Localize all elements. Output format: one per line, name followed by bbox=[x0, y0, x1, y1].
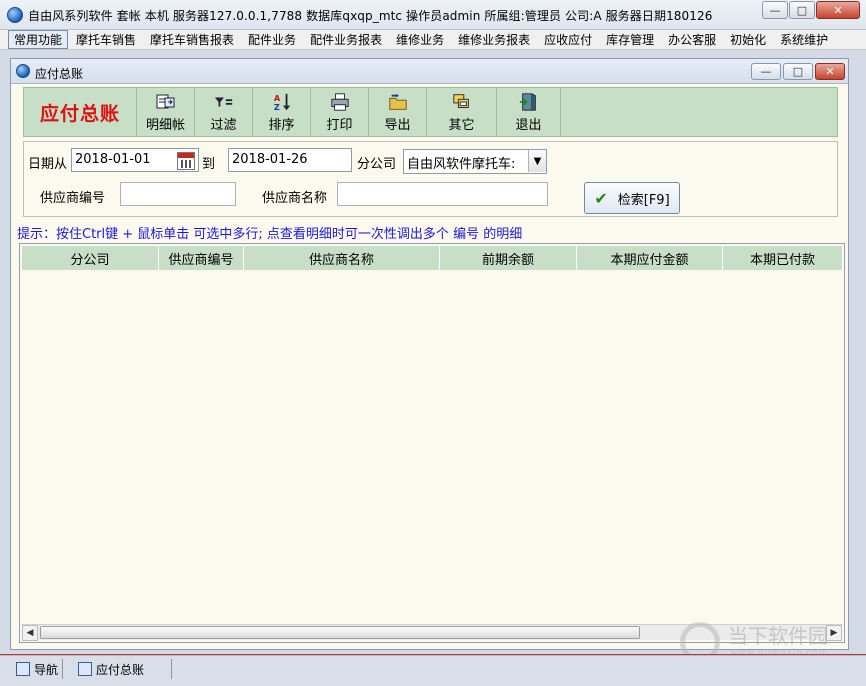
menu-office-service[interactable]: 办公客服 bbox=[662, 30, 722, 49]
window-list-icon bbox=[78, 662, 92, 676]
branch-label: 分公司 bbox=[357, 157, 397, 172]
child-window-titlebar: 应付总账 — □ ✕ bbox=[11, 59, 848, 84]
menu-parts-business[interactable]: 配件业务 bbox=[242, 30, 302, 49]
filter-panel: 日期从 2018-01-01 到 2018-01-26 分公司 自由风软件摩托车… bbox=[23, 141, 838, 217]
grid-header: 分公司 供应商编号 供应商名称 前期余额 本期应付金额 本期已付款 bbox=[22, 246, 843, 270]
window-controls: — □ ✕ bbox=[761, 1, 860, 19]
child-minimize-button[interactable]: — bbox=[751, 63, 781, 80]
nav-tab[interactable]: 导航 bbox=[12, 659, 64, 679]
window-tab-payable-ledger[interactable]: 应付总账 bbox=[74, 659, 172, 679]
other-button[interactable]: 其它 bbox=[427, 88, 497, 136]
watermark-text: 当下软件园 bbox=[728, 624, 828, 648]
menu-receivable-payable[interactable]: 应收应付 bbox=[538, 30, 598, 49]
search-button-label: 检索[F9] bbox=[617, 192, 670, 208]
column-header-prior-balance[interactable]: 前期余额 bbox=[440, 246, 577, 270]
supplier-code-input[interactable] bbox=[120, 182, 236, 206]
filter-button-label: 过滤 bbox=[210, 117, 237, 133]
print-button[interactable]: 打印 bbox=[311, 88, 369, 136]
toolbar-title: 应付总账 bbox=[24, 88, 137, 136]
status-bar: 导航 应付总账 bbox=[0, 655, 866, 686]
sort-button[interactable]: AZ 排序 bbox=[253, 88, 311, 136]
branch-select[interactable]: 自由风软件摩托车: bbox=[403, 149, 547, 174]
app-logo-icon bbox=[7, 7, 23, 23]
detail-button[interactable]: 明细帐 bbox=[137, 88, 195, 136]
scroll-left-icon[interactable]: ◀ bbox=[22, 625, 38, 641]
column-header-supplier-code[interactable]: 供应商编号 bbox=[159, 246, 244, 270]
export-button[interactable]: 导出 bbox=[369, 88, 427, 136]
child-window-icon bbox=[16, 64, 30, 78]
child-maximize-button[interactable]: □ bbox=[783, 63, 813, 80]
date-to-input[interactable]: 2018-01-26 bbox=[228, 148, 352, 172]
date-from-label: 日期从 bbox=[28, 157, 68, 172]
branch-select-value: 自由风软件摩托车: bbox=[407, 157, 516, 172]
date-to-label: 到 bbox=[202, 157, 216, 172]
print-button-label: 打印 bbox=[326, 117, 353, 133]
menu-initialize[interactable]: 初始化 bbox=[724, 30, 772, 49]
detail-button-label: 明细帐 bbox=[145, 117, 185, 133]
column-header-branch[interactable]: 分公司 bbox=[22, 246, 159, 270]
detail-ledger-icon bbox=[156, 92, 176, 112]
nav-tab-label: 导航 bbox=[34, 662, 59, 677]
column-header-current-payable[interactable]: 本期应付金额 bbox=[577, 246, 723, 270]
scrollbar-thumb[interactable] bbox=[40, 626, 640, 639]
supplier-name-label: 供应商名称 bbox=[262, 191, 328, 206]
chevron-down-icon[interactable]: ▼ bbox=[528, 150, 546, 172]
column-header-current-paid[interactable]: 本期已付款 bbox=[723, 246, 843, 270]
window-title: 自由风系列软件 套帐 本机 服务器127.0.0.1,7788 数据库qxqp_… bbox=[28, 9, 713, 23]
navigation-icon bbox=[16, 662, 30, 676]
main-window-titlebar: 自由风系列软件 套帐 本机 服务器127.0.0.1,7788 数据库qxqp_… bbox=[0, 0, 866, 30]
menu-motorcycle-sales[interactable]: 摩托车销售 bbox=[70, 30, 142, 49]
svg-text:Z: Z bbox=[273, 102, 279, 112]
sort-az-icon: AZ bbox=[272, 92, 292, 112]
checkmark-icon: ✔ bbox=[594, 188, 608, 208]
menu-system-maintenance[interactable]: 系统维护 bbox=[774, 30, 834, 49]
toolbar: 应付总账 明细帐 过滤 AZ 排序 打印 导出 其它 退出 bbox=[23, 87, 838, 137]
sort-button-label: 排序 bbox=[268, 117, 295, 133]
minimize-button[interactable]: — bbox=[762, 1, 788, 19]
menu-bar: 常用功能 摩托车销售 摩托车销售报表 配件业务 配件业务报表 维修业务 维修业务… bbox=[0, 30, 866, 50]
menu-common-functions[interactable]: 常用功能 bbox=[8, 30, 69, 49]
export-button-label: 导出 bbox=[384, 117, 411, 133]
other-button-label: 其它 bbox=[448, 117, 475, 133]
exit-button[interactable]: 退出 bbox=[497, 88, 561, 136]
exit-door-icon bbox=[519, 92, 539, 112]
window-tab-label: 应付总账 bbox=[96, 662, 145, 677]
menu-repair-business[interactable]: 维修业务 bbox=[390, 30, 450, 49]
close-button[interactable]: ✕ bbox=[816, 1, 860, 19]
printer-icon bbox=[330, 92, 350, 112]
child-window-title: 应付总账 bbox=[35, 67, 84, 81]
payable-ledger-window: 应付总账 — □ ✕ 应付总账 明细帐 过滤 AZ 排序 打印 导出 其它 退出… bbox=[10, 58, 849, 650]
calendar-icon[interactable] bbox=[177, 152, 195, 170]
supplier-name-input[interactable] bbox=[337, 182, 548, 206]
child-window-controls: — □ ✕ bbox=[749, 63, 845, 80]
menu-motorcycle-sales-report[interactable]: 摩托车销售报表 bbox=[144, 30, 240, 49]
other-windows-icon bbox=[452, 92, 472, 112]
menu-repair-business-report[interactable]: 维修业务报表 bbox=[452, 30, 536, 49]
menu-inventory[interactable]: 库存管理 bbox=[600, 30, 660, 49]
hint-text: 提示：按住Ctrl键 + 鼠标单击 可选中多行; 点查看明细时可一次性调出多个 … bbox=[17, 227, 523, 242]
maximize-button[interactable]: □ bbox=[789, 1, 815, 19]
exit-button-label: 退出 bbox=[515, 117, 542, 133]
supplier-code-label: 供应商编号 bbox=[40, 191, 106, 206]
menu-parts-business-report[interactable]: 配件业务报表 bbox=[304, 30, 388, 49]
column-header-supplier-name[interactable]: 供应商名称 bbox=[244, 246, 440, 270]
child-close-button[interactable]: ✕ bbox=[815, 63, 845, 80]
search-button[interactable]: ✔ 检索[F9] bbox=[584, 182, 680, 214]
filter-button[interactable]: 过滤 bbox=[195, 88, 253, 136]
filter-icon bbox=[214, 92, 234, 112]
payable-grid[interactable]: 分公司 供应商编号 供应商名称 前期余额 本期应付金额 本期已付款 ◀ ▶ bbox=[19, 243, 845, 643]
export-folder-icon bbox=[388, 92, 408, 112]
